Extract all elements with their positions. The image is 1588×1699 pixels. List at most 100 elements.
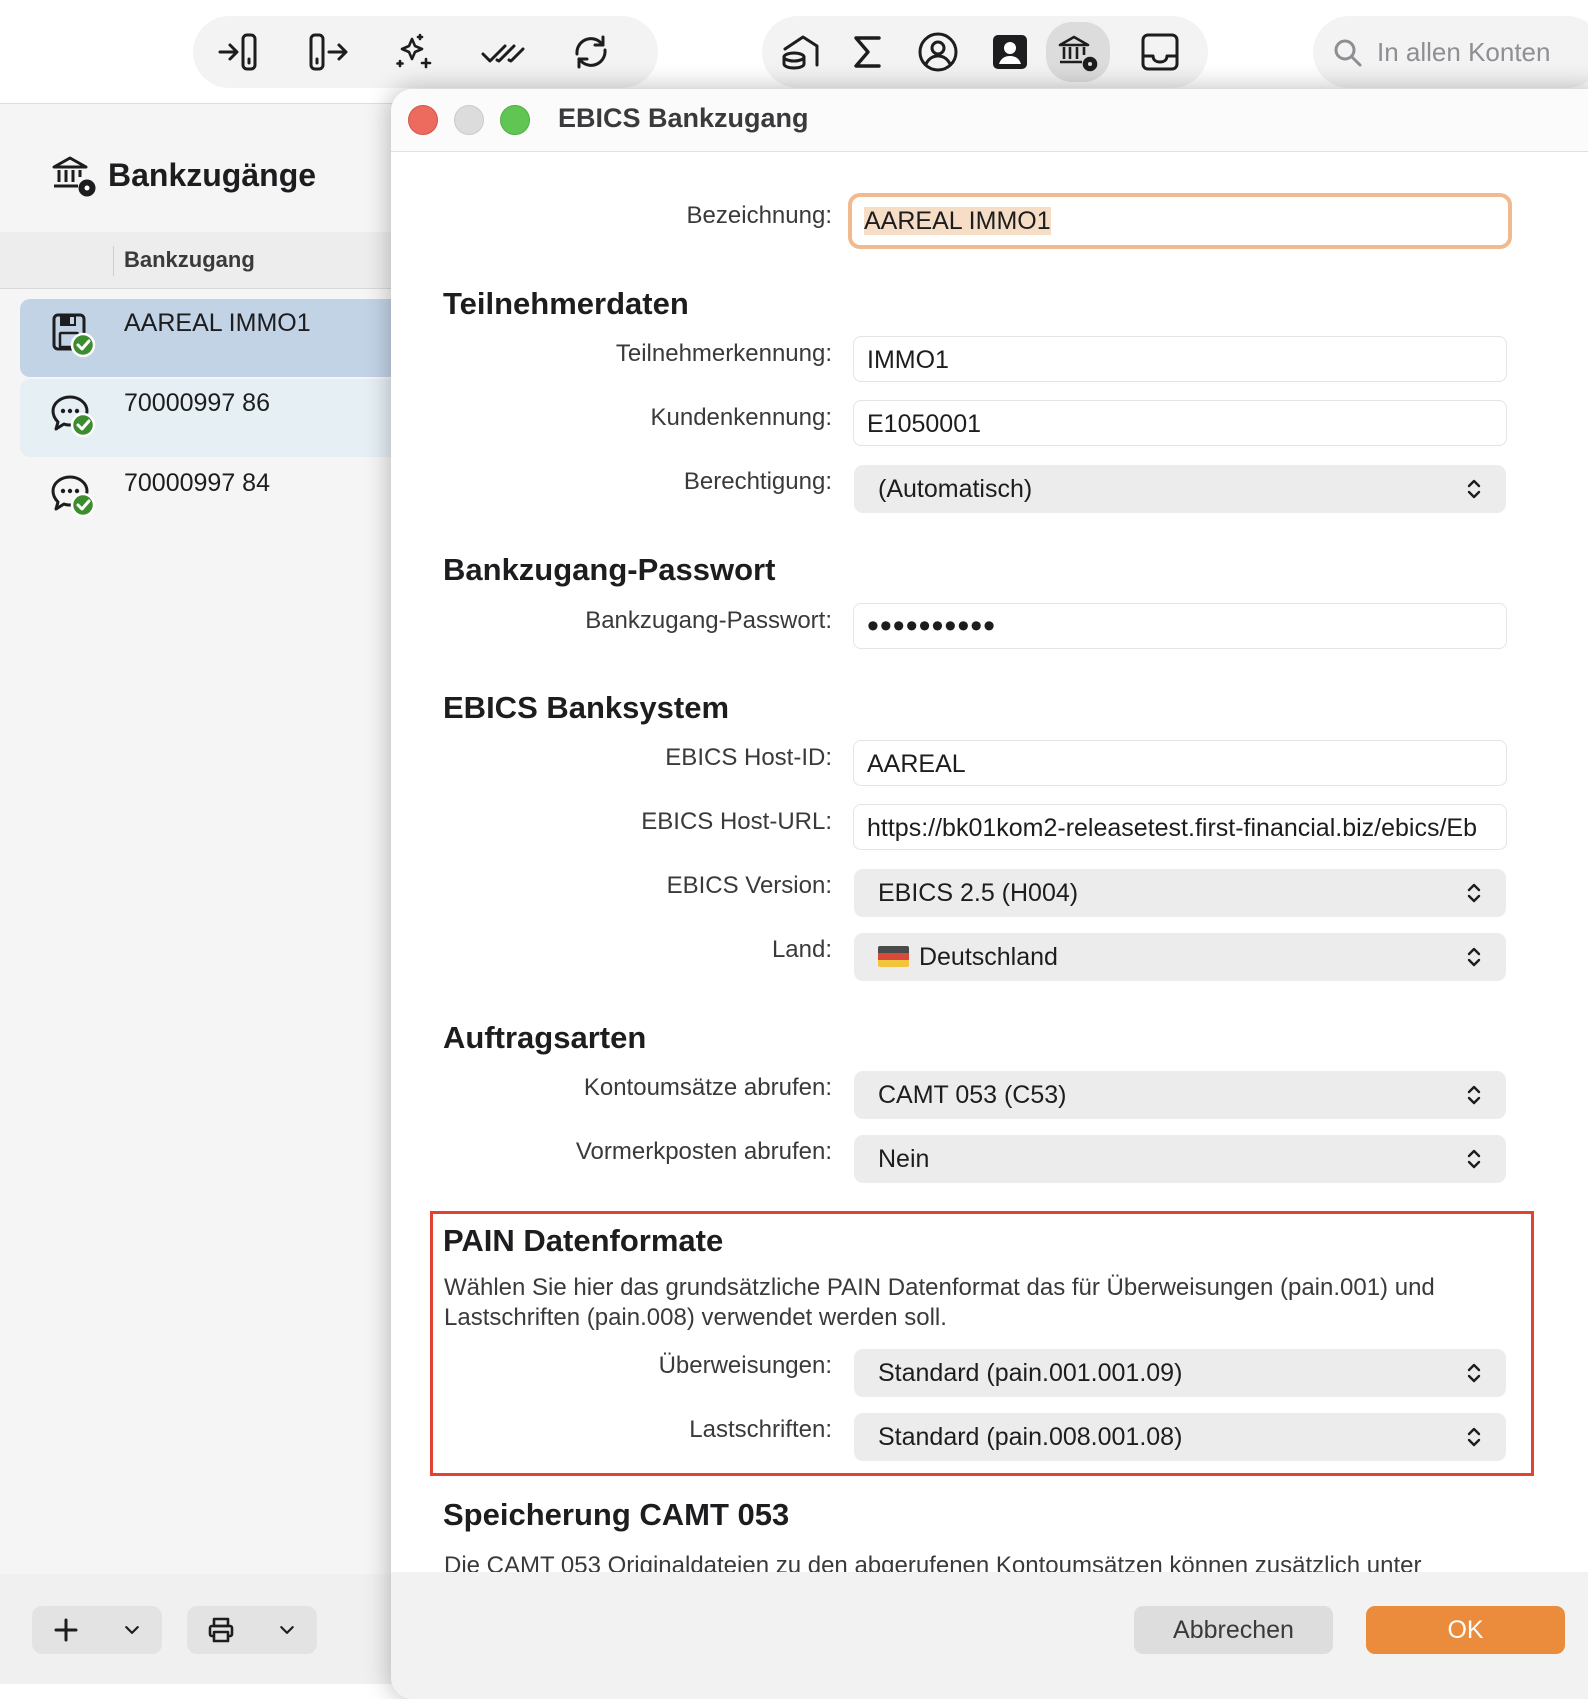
lastschriften-label: Lastschriften: (689, 1416, 832, 1443)
inbox-icon (1141, 33, 1179, 71)
chevron-updown-icon (1467, 1427, 1481, 1447)
host-id-label: EBICS Host-ID: (665, 744, 832, 771)
chevron-updown-icon (1467, 1363, 1481, 1383)
kontoumsaetze-label: Kontoumsätze abrufen: (583, 1074, 832, 1101)
sidebar-header: Bankzugänge (50, 150, 316, 200)
chevron-updown-icon (1467, 883, 1481, 903)
bank-access-label: 70000997 84 (124, 469, 270, 497)
mark-read-button[interactable] (477, 28, 529, 76)
contact-card-icon (993, 35, 1027, 69)
minimize-window-button[interactable] (454, 105, 484, 135)
passwort-label: Bankzugang-Passwort: (585, 607, 832, 634)
kundenkennung-input[interactable]: E1050001 (853, 400, 1507, 446)
section-bankzugang-passwort: Bankzugang-Passwort (443, 552, 776, 587)
chevron-down-icon (125, 1626, 139, 1634)
vormerkposten-value: Nein (878, 1145, 930, 1173)
chevron-down-icon (280, 1626, 294, 1634)
plus-icon (54, 1618, 78, 1642)
analysis-button[interactable] (842, 28, 894, 76)
ueberweisungen-value: Standard (pain.001.001.09) (878, 1359, 1183, 1387)
bank-access-row[interactable]: 70000997 84 (20, 459, 400, 537)
magic-icon (396, 33, 432, 69)
sync-button[interactable] (565, 28, 617, 76)
ebics-version-label: EBICS Version: (666, 872, 832, 899)
search-placeholder: In allen Konten (1377, 37, 1551, 67)
bank-access-row[interactable]: AAREAL IMMO1 (20, 299, 400, 377)
lastschriften-value: Standard (pain.008.001.08) (878, 1423, 1183, 1451)
user-circle-icon (918, 32, 958, 72)
profile-button[interactable] (912, 28, 964, 76)
contacts-button[interactable] (984, 28, 1036, 76)
lastschriften-select[interactable]: Standard (pain.008.001.08) (854, 1413, 1506, 1461)
export-button[interactable] (301, 28, 353, 76)
sidebar-title: Bankzugänge (108, 156, 317, 193)
close-window-button[interactable] (408, 105, 438, 135)
bank-access-row[interactable]: 70000997 86 (20, 379, 400, 457)
double-check-icon (481, 44, 525, 63)
ebics-floppy-check-icon (52, 313, 96, 358)
ebics-version-select[interactable]: EBICS 2.5 (H004) (854, 869, 1506, 917)
passwort-input[interactable]: •••••••••• (853, 603, 1507, 649)
host-url-label: EBICS Host-URL: (641, 808, 832, 835)
vormerkposten-label: Vormerkposten abrufen: (575, 1138, 832, 1165)
sigma-icon (854, 36, 881, 68)
section-teilnehmerdaten: Teilnehmerdaten (443, 286, 689, 321)
bezeichnung-input[interactable]: AAREAL IMMO1 (848, 193, 1512, 249)
chat-check-icon (51, 395, 96, 438)
kundenkennung-label: Kundenkennung: (650, 404, 833, 431)
vormerkposten-select[interactable]: Nein (854, 1135, 1506, 1183)
section-pain-datenformate: PAIN Datenformate (443, 1223, 724, 1258)
chat-check-icon (51, 475, 96, 518)
search-field[interactable]: In allen Konten (1313, 16, 1588, 88)
land-value: Deutschland (918, 943, 1058, 971)
host-url-input[interactable]: https://bk01kom2-releasetest.first-finan… (853, 804, 1507, 850)
zoom-window-button[interactable] (500, 105, 530, 135)
camt-description: Die CAMT 053 Originaldateien zu den abge… (444, 1552, 1422, 1572)
bank-settings-icon (52, 156, 96, 197)
chevron-updown-icon (1467, 1149, 1481, 1169)
bank-access-label: AAREAL IMMO1 (124, 309, 311, 337)
teilnehmerkennung-label: Teilnehmerkennung: (615, 340, 832, 367)
dialog-titlebar: EBICS Bankzugang (391, 89, 1588, 152)
dialog-actions: Abbrechen OK (391, 1572, 1588, 1699)
cancel-button[interactable]: Abbrechen (1134, 1606, 1333, 1654)
ueberweisungen-label: Überweisungen: (658, 1352, 832, 1379)
dialog-title: EBICS Bankzugang (558, 103, 809, 133)
chevron-updown-icon (1467, 1085, 1481, 1105)
bank-access-button[interactable] (1046, 22, 1110, 82)
ebics-version-value: EBICS 2.5 (H004) (878, 879, 1079, 907)
inbox-button[interactable] (1134, 28, 1186, 76)
export-icon (309, 33, 348, 71)
teilnehmerkennung-input[interactable]: IMMO1 (853, 336, 1507, 382)
land-select[interactable]: Deutschland (854, 933, 1506, 981)
ueberweisungen-select[interactable]: Standard (pain.001.001.09) (854, 1349, 1506, 1397)
bezeichnung-label: Bezeichnung: (686, 202, 832, 229)
toolbar-group-transactions (193, 16, 658, 88)
import-button[interactable] (213, 28, 265, 76)
add-bank-access-button[interactable] (32, 1606, 162, 1654)
search-icon (1334, 39, 1362, 67)
germany-flag-icon (878, 946, 909, 967)
magic-button[interactable] (389, 28, 441, 76)
bank-access-label: 70000997 86 (124, 389, 270, 417)
bank-settings-icon (1058, 35, 1098, 72)
print-button[interactable] (187, 1606, 317, 1654)
bank-safe-icon (782, 35, 819, 70)
pain-description: Wählen Sie hier das grundsätzliche PAIN … (444, 1274, 1435, 1331)
ok-button[interactable]: OK (1366, 1606, 1565, 1654)
column-header[interactable]: Bankzugang (0, 232, 400, 289)
column-separator (113, 246, 114, 276)
toolbar-group-views (762, 16, 1208, 88)
berechtigung-select[interactable]: (Automatisch) (854, 465, 1506, 513)
host-id-input[interactable]: AAREAL (853, 740, 1507, 786)
sidebar: Bankzugänge Bankzugang AAREAL IMMO1 7000… (0, 104, 400, 1684)
berechtigung-label: Berechtigung: (683, 468, 832, 495)
land-label: Land: (771, 936, 832, 963)
bezeichnung-value: AAREAL IMMO1 (864, 207, 1051, 235)
accounts-button[interactable] (774, 28, 826, 76)
dialog-content: Bezeichnung: AAREAL IMMO1 Teilnehmerdate… (391, 151, 1588, 1572)
import-icon (218, 33, 257, 71)
kontoumsaetze-select[interactable]: CAMT 053 (C53) (854, 1071, 1506, 1119)
ebics-dialog: EBICS Bankzugang Bezeichnung: AAREAL IMM… (391, 89, 1588, 1699)
section-auftragsarten: Auftragsarten (443, 1020, 647, 1055)
